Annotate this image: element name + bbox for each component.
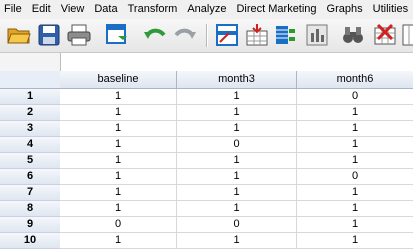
table-cell[interactable]: 1 <box>297 121 413 137</box>
table-cell[interactable]: 1 <box>297 201 413 217</box>
table-cell[interactable]: 0 <box>177 137 297 153</box>
row-header[interactable]: 6 <box>0 169 61 185</box>
table-cell[interactable]: 1 <box>177 233 297 249</box>
save-icon[interactable] <box>36 22 62 48</box>
table-cell[interactable]: 1 <box>177 169 297 185</box>
table-cell[interactable]: 1 <box>177 153 297 169</box>
undo-icon[interactable] <box>142 22 168 48</box>
row-header[interactable]: 5 <box>0 153 61 169</box>
toolbar-separator <box>206 24 208 47</box>
menu-file[interactable]: File <box>0 0 27 19</box>
menu-edit[interactable]: Edit <box>27 0 56 19</box>
column-header-month3[interactable]: month3 <box>177 71 297 89</box>
goto-case-icon[interactable] <box>214 22 240 48</box>
table-cell[interactable]: 1 <box>60 105 177 121</box>
table-cell[interactable]: 1 <box>297 153 413 169</box>
table-cell[interactable]: 1 <box>297 105 413 121</box>
row-header[interactable]: 7 <box>0 185 61 201</box>
menu-bar: File Edit View Data Transform Analyze Di… <box>0 0 413 19</box>
row-header[interactable]: 8 <box>0 201 61 217</box>
table-cell[interactable]: 0 <box>297 169 413 185</box>
table-cell[interactable]: 1 <box>60 185 177 201</box>
table-cell[interactable]: 0 <box>297 89 413 105</box>
row-header[interactable]: 9 <box>0 217 61 233</box>
menu-view[interactable]: View <box>56 0 90 19</box>
menu-data[interactable]: Data <box>89 0 122 19</box>
row-header[interactable]: 4 <box>0 137 61 153</box>
column-header-baseline[interactable]: baseline <box>60 71 177 89</box>
recall-dialog-icon[interactable] <box>105 22 131 48</box>
grid-corner[interactable] <box>0 71 61 89</box>
column-header-month6[interactable]: month6 <box>297 71 413 89</box>
table-cell[interactable]: 1 <box>60 233 177 249</box>
table-cell[interactable]: 1 <box>177 105 297 121</box>
variables-icon[interactable] <box>272 22 298 48</box>
table-cell[interactable]: 1 <box>60 153 177 169</box>
cell-editor-bar <box>0 53 413 72</box>
print-icon[interactable] <box>66 22 92 48</box>
cell-reference-box[interactable] <box>0 53 61 71</box>
row-header[interactable]: 2 <box>0 105 61 121</box>
data-grid: baseline month3 month6 1 1 1 0 2 1 1 1 3… <box>0 71 413 252</box>
table-cell[interactable]: 1 <box>60 169 177 185</box>
menu-transform[interactable]: Transform <box>123 0 183 19</box>
table-cell[interactable]: 1 <box>60 121 177 137</box>
insert-variable-icon[interactable] <box>400 22 413 48</box>
table-cell[interactable]: 1 <box>177 121 297 137</box>
redo-icon[interactable] <box>172 22 198 48</box>
table-cell[interactable]: 1 <box>177 89 297 105</box>
menu-graphs[interactable]: Graphs <box>322 0 368 19</box>
table-cell[interactable]: 1 <box>297 217 413 233</box>
table-cell[interactable]: 1 <box>297 185 413 201</box>
insert-cases-icon[interactable] <box>372 22 398 48</box>
table-cell[interactable]: 1 <box>177 185 297 201</box>
run-descriptives-icon[interactable] <box>304 22 330 48</box>
toolbar <box>0 19 413 53</box>
open-folder-icon[interactable] <box>6 22 32 48</box>
row-header[interactable]: 3 <box>0 121 61 137</box>
table-cell[interactable]: 1 <box>297 233 413 249</box>
goto-variable-icon[interactable] <box>244 22 270 48</box>
table-cell[interactable]: 1 <box>60 137 177 153</box>
find-icon[interactable] <box>340 22 366 48</box>
table-cell[interactable]: 1 <box>177 201 297 217</box>
table-cell[interactable]: 0 <box>60 217 177 233</box>
menu-direct-marketing[interactable]: Direct Marketing <box>231 0 321 19</box>
table-cell[interactable]: 0 <box>177 217 297 233</box>
row-header[interactable]: 10 <box>0 233 61 249</box>
menu-analyze[interactable]: Analyze <box>182 0 231 19</box>
table-cell[interactable]: 1 <box>60 201 177 217</box>
row-header[interactable]: 1 <box>0 89 61 105</box>
table-cell[interactable]: 1 <box>60 89 177 105</box>
menu-utilities[interactable]: Utilities <box>368 0 413 19</box>
table-cell[interactable]: 1 <box>297 137 413 153</box>
